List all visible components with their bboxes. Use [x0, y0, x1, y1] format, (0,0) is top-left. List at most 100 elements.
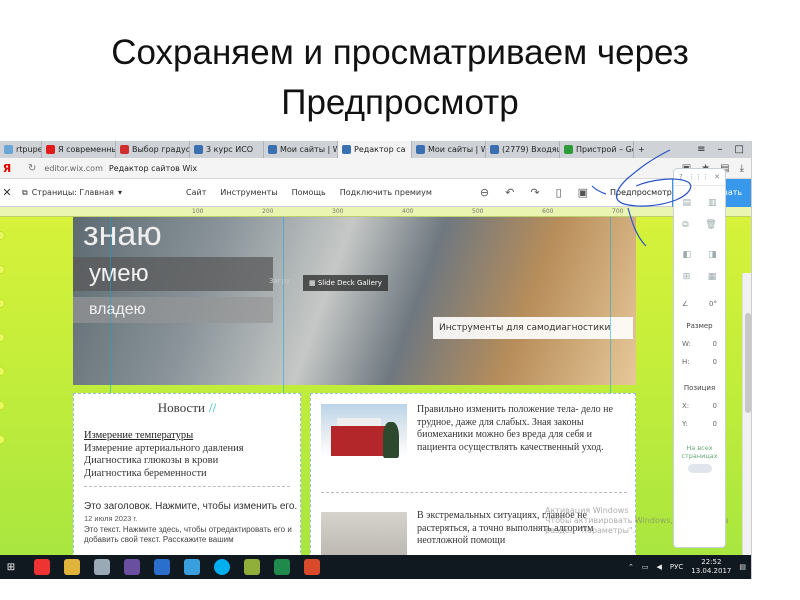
slide-deck-gallery-button[interactable]: ▦ Slide Deck Gallery [303, 275, 388, 291]
menu-help[interactable]: Помощь [292, 188, 326, 197]
canvas-scrollbar[interactable] [742, 273, 751, 561]
yandex-browser-icon[interactable] [34, 559, 50, 575]
strip-dot [0, 265, 5, 274]
reload-icon[interactable]: ↻ [28, 163, 36, 174]
news-slashes: // [208, 400, 217, 415]
news-link[interactable]: Диагностика беременности [84, 468, 300, 481]
excel-icon[interactable] [274, 559, 290, 575]
close-icon[interactable]: ✕ [0, 186, 14, 199]
hero-word-can[interactable]: умею [73, 257, 273, 291]
ruler-mark: 300 [332, 208, 344, 215]
url-text[interactable]: editor.wix.com [44, 164, 102, 173]
content-text-1[interactable]: Правильно изменить положение тела- дело … [417, 404, 633, 454]
language-indicator[interactable]: РУС [670, 563, 683, 571]
browser-tab[interactable]: Мои сайты | W [264, 141, 338, 158]
powerpoint-icon[interactable] [304, 559, 320, 575]
bring-forward-icon[interactable]: ◧ [682, 250, 691, 260]
left-strip [0, 231, 6, 469]
menu-icon[interactable]: ≡ [697, 144, 705, 155]
hero-slideshow[interactable]: знаю умею владею Загру ▦ Slide Deck Gall… [73, 217, 636, 385]
tab-label: Мои сайты | W [280, 145, 338, 154]
pages-dropdown[interactable]: ⧉ Страницы: Главная ▾ [22, 188, 172, 198]
minimize-icon[interactable]: – [718, 144, 723, 155]
clock[interactable]: 22:52 13.04.2017 [691, 558, 731, 576]
hero-word-know[interactable]: знаю [83, 217, 162, 254]
pages-label: Страницы: Главная [31, 188, 114, 197]
network-icon[interactable]: ▭ [642, 563, 649, 571]
yandex-logo[interactable]: Я [0, 162, 14, 175]
browser-tab[interactable]: Я современные [42, 141, 116, 158]
delete-icon[interactable]: 🗑 [705, 220, 716, 230]
ruler-mark: 700 [612, 208, 624, 215]
height-label: H: [682, 358, 690, 366]
post-date: 12 июля 2023 г. [84, 514, 138, 523]
rotate-icon: ∠ [682, 300, 689, 308]
paint-icon[interactable] [244, 559, 260, 575]
ruler-mark: 500 [472, 208, 484, 215]
y-field[interactable]: Y: 0 [674, 420, 725, 428]
browser-tab[interactable]: rtpuper.ru [0, 141, 42, 158]
winter-house-image[interactable] [321, 404, 407, 474]
post-text[interactable]: Это текст. Нажмите здесь, чтобы отредакт… [84, 525, 300, 545]
close-icon[interactable]: ✕ [714, 173, 720, 181]
width-field[interactable]: W: 0 [674, 340, 725, 348]
post-title[interactable]: Это заголовок. Нажмите, чтобы изменить е… [84, 501, 300, 513]
menu-premium[interactable]: Подключить премиум [340, 188, 432, 197]
skype-icon[interactable] [214, 559, 230, 575]
send-back-icon[interactable]: ◨ [708, 250, 717, 260]
browser-tab[interactable]: Мои сайты | W [412, 141, 486, 158]
tools-label[interactable]: Инструменты для самодиагностики [433, 317, 633, 339]
news-link[interactable]: Измерение температуры [84, 430, 300, 443]
maximize-icon[interactable]: □ [735, 144, 744, 155]
browser-tab[interactable]: Пристрой – Go [560, 141, 634, 158]
mobile-view-icon[interactable]: ▯ [556, 186, 562, 199]
start-icon[interactable]: ⊞ [2, 558, 20, 576]
copy-icon[interactable]: ▤ [682, 198, 691, 208]
align-icon[interactable]: ⊞ [683, 272, 691, 282]
tab-label: Редактор сa [354, 145, 406, 154]
help-icon[interactable]: ? [679, 173, 683, 181]
medical-image[interactable] [321, 512, 407, 561]
panel-row-duplicate: ⧉ 🗑 [674, 220, 725, 230]
distribute-icon[interactable]: ▦ [708, 272, 717, 282]
ruler-mark: 400 [402, 208, 414, 215]
drag-handle-icon[interactable]: ⋮⋮⋮ [688, 173, 709, 181]
download-icon[interactable]: ⤓ [740, 163, 744, 174]
browser-tab[interactable]: Выбор градуо [116, 141, 190, 158]
news-link[interactable]: Измерение артериального давления [84, 443, 300, 456]
new-tab-button[interactable]: + [634, 141, 649, 158]
paste-icon[interactable]: ▥ [708, 198, 717, 208]
browser-tab[interactable]: Редактор сa [338, 141, 412, 158]
volume-icon[interactable]: ◀ [657, 563, 662, 571]
news-box[interactable]: Новости// Измерение температуры Измерени… [73, 393, 301, 561]
rotation-field[interactable]: ∠ 0° [674, 300, 725, 308]
chevron-up-icon[interactable]: ⌃ [628, 563, 634, 571]
all-pages-toggle[interactable] [687, 464, 712, 473]
notifications-icon[interactable]: ▤ [739, 563, 746, 571]
document-icon[interactable] [94, 559, 110, 575]
zoom-icon[interactable]: ⊖ [480, 186, 489, 199]
file-explorer-icon[interactable] [64, 559, 80, 575]
windows-taskbar: ⊞ ⌃ ▭ ◀ РУС 22:52 13.04.2017 ▤ [0, 555, 751, 579]
tab-label: 3 курс ИСО [206, 145, 254, 154]
hero-word-master[interactable]: владею [73, 297, 273, 323]
preview-button[interactable]: Предпросмотр [610, 188, 672, 197]
news-link[interactable]: Диагностика глюкозы в крови [84, 455, 300, 468]
slide-title: Сохраняем и просматриваем через Предпрос… [0, 28, 800, 128]
menu-tools[interactable]: Инструменты [220, 188, 277, 197]
menu-site[interactable]: Сайт [186, 188, 206, 197]
browser-tab[interactable]: 3 курс ИСО [190, 141, 264, 158]
news-title[interactable]: Новости// [74, 400, 300, 416]
scrollbar-thumb[interactable] [745, 313, 751, 413]
height-field[interactable]: H: 0 [674, 358, 725, 366]
browser-tab[interactable]: (2779) Входящ [486, 141, 560, 158]
word-icon[interactable] [154, 559, 170, 575]
save-icon[interactable]: ▣ [578, 186, 588, 199]
media-icon[interactable] [124, 559, 140, 575]
x-field[interactable]: X: 0 [674, 402, 725, 410]
calendar-icon[interactable] [184, 559, 200, 575]
undo-icon[interactable]: ↶ [505, 186, 514, 199]
redo-icon[interactable]: ↷ [530, 186, 539, 199]
blog-post[interactable]: Это заголовок. Нажмите, чтобы изменить е… [74, 501, 300, 545]
duplicate-icon[interactable]: ⧉ [682, 220, 688, 230]
